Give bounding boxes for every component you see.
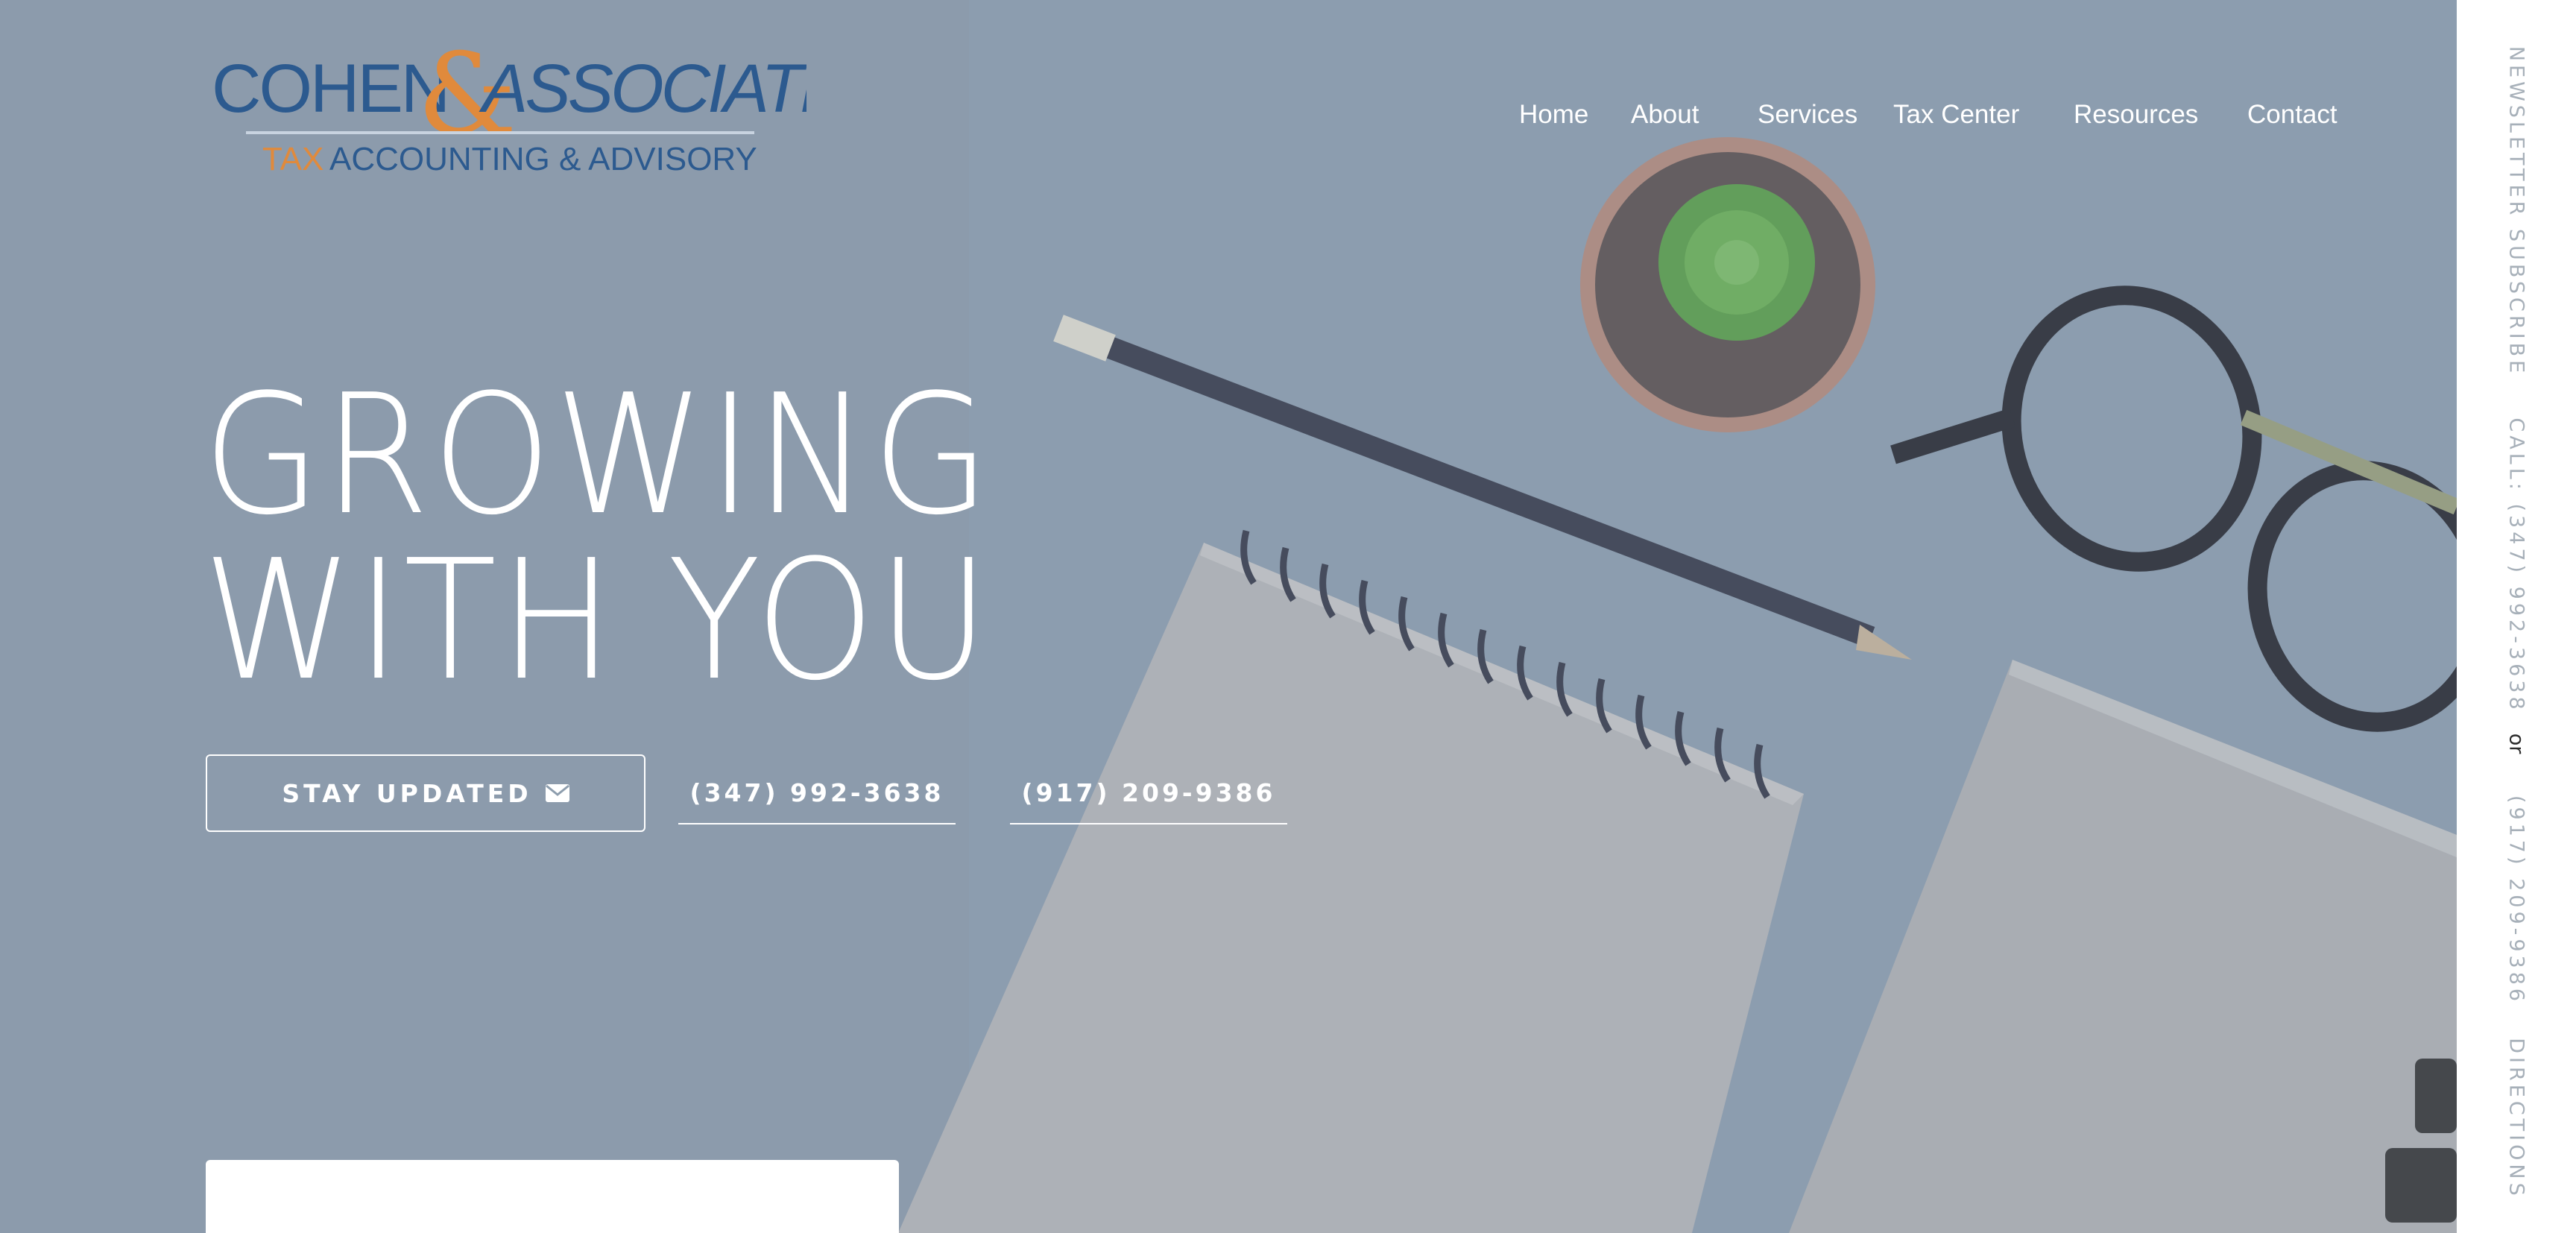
logo-tagline: ACCOUNTING & ADVISORY xyxy=(329,141,757,177)
directions-link[interactable]: DIRECTIONS xyxy=(2505,1038,2528,1199)
nav-about[interactable]: About xyxy=(1631,97,1699,133)
sidebar-or: or xyxy=(2504,733,2528,754)
headline-line-1: GROWING xyxy=(203,359,993,552)
phone-link-1[interactable]: (347) 992-3638 xyxy=(678,775,956,824)
newsletter-subscribe-link[interactable]: NEWSLETTER SUBSCRIBE xyxy=(2505,46,2528,376)
nav-contact[interactable]: Contact xyxy=(2247,97,2337,133)
sidebar-phone-2-link[interactable]: (917) 209-9386 xyxy=(2505,795,2528,1005)
nav-resources[interactable]: Resources xyxy=(2074,97,2198,133)
headline-line-2: WITH YOU xyxy=(203,525,992,717)
nav-services[interactable]: Services xyxy=(1758,97,1857,133)
nav-home[interactable]: Home xyxy=(1519,97,1588,133)
envelope-icon xyxy=(545,784,569,802)
page: COHEN & ASSOCIATES TAX ACCOUNTING & ADVI… xyxy=(0,0,2576,1233)
stay-updated-button[interactable]: STAY UPDATED xyxy=(206,754,645,832)
logo-tagline-accent: TAX xyxy=(262,141,323,177)
right-sidebar: NEWSLETTER SUBSCRIBE CALL: (347) 992-363… xyxy=(2457,0,2576,1233)
hero-headline: GROWING WITH YOU xyxy=(203,373,993,704)
phone-link-2[interactable]: (917) 209-9386 xyxy=(1010,775,1287,824)
stay-updated-label: STAY UPDATED xyxy=(282,778,532,808)
main-nav: Home About Services Tax Center Resources… xyxy=(0,97,2457,134)
content-card xyxy=(206,1160,899,1233)
call-link[interactable]: CALL: (347) 992-3638 xyxy=(2505,417,2528,713)
hero-section: COHEN & ASSOCIATES TAX ACCOUNTING & ADVI… xyxy=(0,0,2457,1233)
nav-tax-center[interactable]: Tax Center xyxy=(1893,97,2019,133)
